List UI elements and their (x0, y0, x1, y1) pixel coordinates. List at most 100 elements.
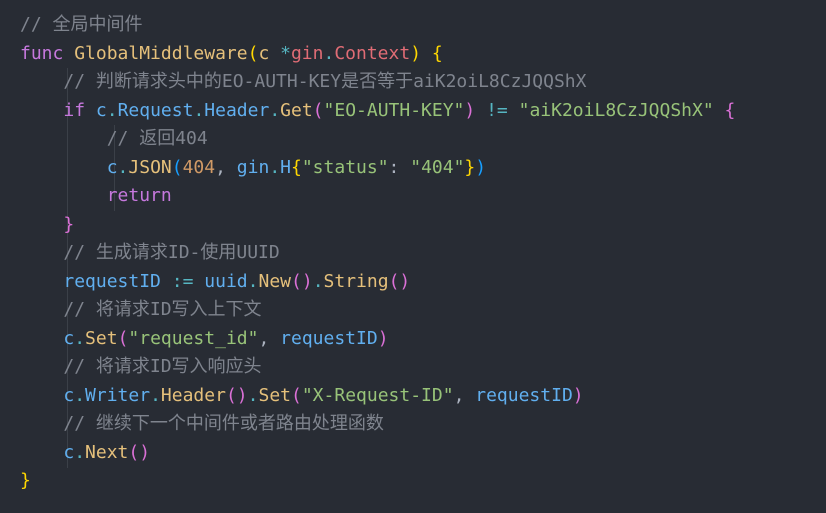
code-token: New (258, 270, 291, 292)
code-comment: // 将请求ID写入响应头 (63, 356, 262, 377)
code-token: "EO-AUTH-KEY" (323, 99, 465, 121)
code-token: . (106, 99, 118, 121)
code-line[interactable]: c.Writer.Header().Set("X-Request-ID", re… (20, 382, 584, 411)
code-line[interactable]: } (20, 467, 31, 496)
code-line[interactable]: requestID := uuid.New().String() (20, 268, 410, 297)
code-line[interactable]: // 继续下一个中间件或者路由处理函数 (20, 410, 384, 439)
code-token: . (193, 99, 205, 121)
code-token: . (117, 156, 129, 178)
code-token: ( (247, 42, 259, 64)
code-token: requestID (280, 327, 378, 349)
code-token: Header (160, 384, 226, 406)
code-token: . (247, 270, 259, 292)
code-editor[interactable]: // 全局中间件 func GlobalMiddleware(c *gin.Con… (0, 0, 826, 513)
code-token: ) (410, 42, 422, 64)
code-line[interactable]: // 判断请求头中的EO-AUTH-KEY是否等于aiK2oiL8CzJQQSh… (20, 68, 586, 97)
code-comment: // 将请求ID写入上下文 (63, 299, 262, 320)
code-token: * (280, 42, 291, 64)
code-line[interactable]: // 生成请求ID-使用UUID (20, 239, 280, 268)
code-token: ) (572, 384, 584, 406)
code-comment: // 生成请求ID-使用UUID (63, 242, 280, 263)
code-token: "status" (301, 156, 389, 178)
code-token: Get (280, 99, 313, 121)
code-token: := (171, 270, 194, 292)
code-token: ( (117, 327, 129, 349)
code-line[interactable]: return (20, 182, 172, 211)
code-comment: // 返回404 (106, 128, 208, 149)
code-token: . (74, 384, 86, 406)
code-token: () (291, 270, 313, 292)
code-line[interactable]: // 返回404 (20, 125, 208, 154)
code-token: return (106, 185, 172, 206)
code-token: c (63, 441, 75, 463)
code-token: { (724, 99, 736, 121)
code-token: "404" (410, 156, 465, 178)
code-token: Context (334, 42, 411, 64)
code-token: , (453, 384, 476, 406)
code-token: } (20, 470, 31, 491)
code-token: () (128, 441, 151, 463)
code-token: . (74, 441, 86, 463)
code-line[interactable]: func GlobalMiddleware(c *gin.Context) { (20, 40, 443, 69)
code-token: . (247, 384, 259, 406)
code-token: c (63, 327, 75, 349)
code-token: Set (85, 327, 118, 349)
code-token: gin (290, 42, 324, 64)
code-token: . (150, 384, 161, 406)
code-token: ( (291, 384, 302, 406)
code-token: Request (117, 99, 194, 121)
code-token: gin (236, 156, 270, 178)
code-token: } (464, 156, 476, 178)
code-token: , (258, 327, 281, 349)
code-token: JSON (128, 156, 172, 178)
code-comment: // 判断请求头中的EO-AUTH-KEY是否等于aiK2oiL8CzJQQSh… (63, 71, 587, 92)
code-token: Writer (85, 384, 151, 406)
code-token: ( (171, 156, 183, 178)
code-line[interactable]: c.JSON(404, gin.H{"status": "404"}) (20, 154, 486, 183)
code-token: GlobalMiddleware (74, 42, 248, 64)
code-line[interactable]: // 将请求ID写入上下文 (20, 296, 262, 325)
code-token: . (312, 270, 324, 292)
code-line[interactable]: c.Set("request_id", requestID) (20, 325, 388, 354)
code-token: requestID (63, 270, 161, 292)
code-line[interactable]: c.Next() (20, 439, 150, 468)
code-token: "aiK2oiL8CzJQQShX" (518, 99, 714, 121)
code-token: Next (85, 441, 129, 463)
code-line[interactable]: } (20, 211, 74, 240)
code-token: . (269, 156, 281, 178)
code-line[interactable]: // 将请求ID写入响应头 (20, 353, 262, 382)
code-line[interactable]: // 全局中间件 (20, 11, 143, 40)
code-token: func (20, 42, 64, 64)
code-token: String (323, 270, 389, 292)
code-token: ( (312, 99, 324, 121)
code-token: Header (204, 99, 270, 121)
code-token: ) (475, 156, 487, 178)
code-token: != (486, 99, 508, 121)
code-token: . (269, 99, 281, 121)
code-token: uuid (204, 270, 248, 292)
code-token: if (63, 99, 86, 121)
code-token: requestID (475, 384, 573, 406)
code-token: : (388, 156, 411, 178)
code-line[interactable]: if c.Request.Header.Get("EO-AUTH-KEY") !… (20, 97, 735, 126)
code-token: , (215, 156, 237, 178)
code-token: () (388, 270, 411, 292)
code-comment: // 继续下一个中间件或者路由处理函数 (63, 413, 384, 434)
code-token: { (431, 42, 443, 64)
code-token: Set (258, 384, 291, 406)
